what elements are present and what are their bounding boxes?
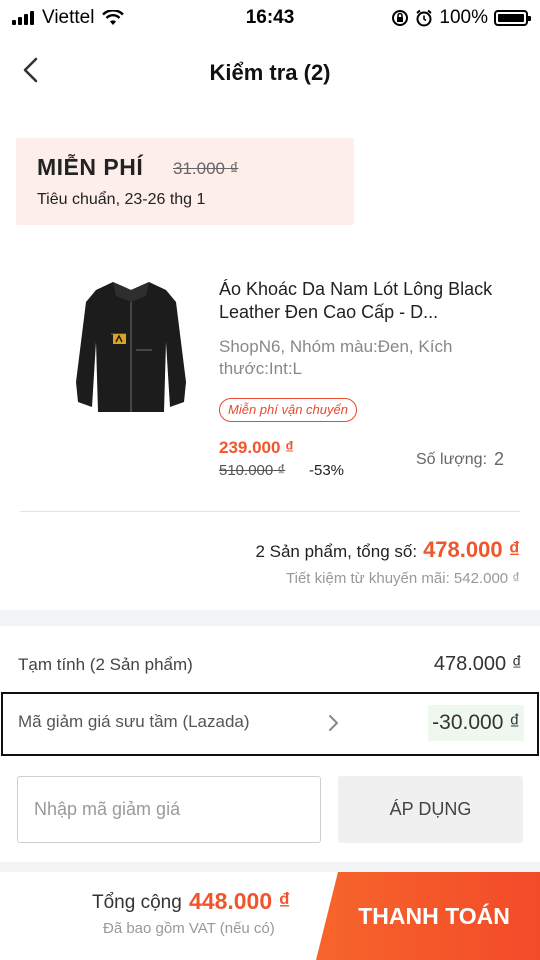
product-price: 239.000 ₫ [219, 438, 294, 457]
subtotal-row: Tạm tính (2 Sản phẩm) 478.000 ₫ [0, 645, 540, 685]
order-total: 2 Sản phẩm, tổng số: 478.000 ₫ [255, 537, 520, 563]
header: Kiểm tra (2) [0, 36, 540, 108]
apply-promo-button[interactable]: ÁP DỤNG [338, 776, 523, 843]
checkout-bar: Tổng cộng 448.000 ₫ Đã bao gồm VAT (nếu … [0, 872, 540, 960]
shipping-original-fee: 31.000 ₫ [173, 159, 239, 178]
subtotal-label: Tạm tính (2 Sản phẩm) [18, 655, 193, 674]
shipping-option-card[interactable]: MIỄN PHÍ 31.000 ₫ Tiêu chuẩn, 23-26 thg … [16, 138, 354, 225]
subtotal-value: 478.000 ₫ [433, 653, 522, 675]
product-discount: -53% [309, 462, 345, 479]
promo-saving: Tiết kiệm từ khuyến mãi: 542.000 ₫ [286, 570, 520, 587]
alarm-icon [416, 9, 433, 27]
chevron-right-icon [329, 715, 338, 731]
free-shipping-badge: Miễn phí vận chuyển [219, 398, 357, 422]
rotation-lock-icon [392, 10, 409, 26]
grand-total-value: 448.000 ₫ [189, 888, 291, 914]
product-item: Áo Khoác Da Nam Lót Lông Black Leather Đ… [0, 260, 540, 500]
order-total-label: 2 Sản phẩm, tổng số: [255, 542, 418, 561]
quantity-value: 2 [494, 449, 505, 469]
checkout-button[interactable]: THANH TOÁN [316, 872, 540, 960]
status-bar: Viettel 16:43 100% [0, 0, 540, 36]
grand-total-label: Tổng cộng [92, 892, 182, 913]
divider [20, 511, 520, 512]
order-total-value: 478.000 ₫ [423, 537, 520, 562]
voucher-label: Mã giảm giá sưu tầm (Lazada) [18, 712, 250, 731]
shipping-detail: Tiêu chuẩn, 23-26 thg 1 [37, 191, 206, 208]
shipping-free-label: MIỄN PHÍ [37, 154, 144, 180]
product-variant: ShopN6, Nhóm màu:Đen, Kích thước:Int:L [219, 337, 453, 378]
page-title: Kiểm tra (2) [209, 60, 331, 85]
quantity-label: Số lượng: [416, 451, 488, 468]
product-name[interactable]: Áo Khoác Da Nam Lót Lông Black Leather Đ… [219, 278, 519, 324]
product-original-price: 510.000 ₫ [219, 462, 286, 479]
vat-note: Đã bao gồm VAT (nếu có) [103, 920, 275, 937]
battery-icon [494, 10, 531, 26]
voucher-row[interactable]: Mã giảm giá sưu tầm (Lazada) -30.000 ₫ [1, 692, 539, 756]
section-separator [0, 610, 540, 626]
section-separator [0, 862, 540, 872]
voucher-amount: -30.000 ₫ [428, 705, 524, 741]
product-image[interactable] [66, 272, 196, 417]
battery-percent: 100% [439, 7, 488, 28]
promo-code-input[interactable] [17, 776, 321, 843]
